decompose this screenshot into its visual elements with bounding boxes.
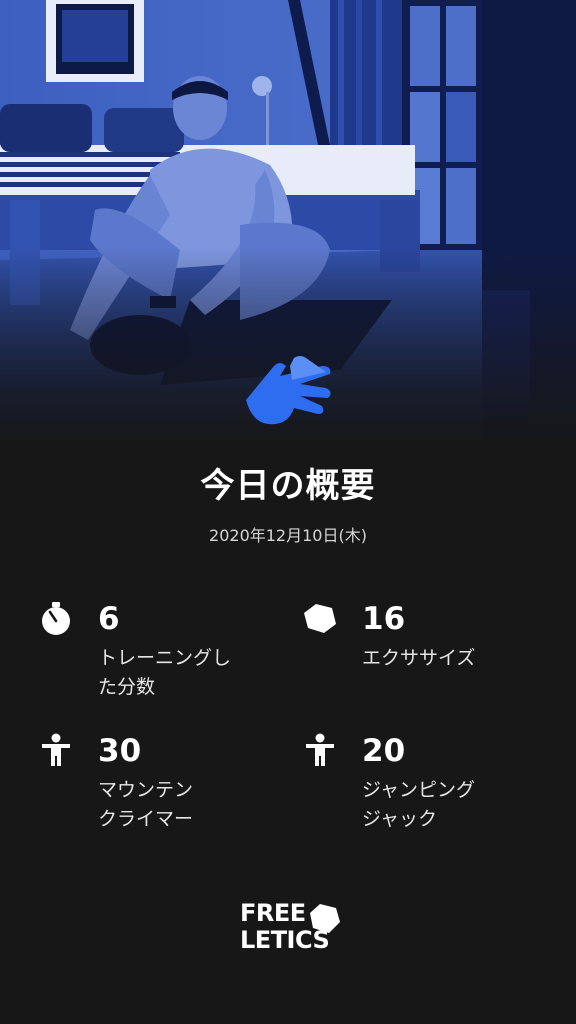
stat-label: エクササイズ xyxy=(362,644,532,673)
stat-label-line: ジャック xyxy=(362,808,438,830)
summary-date: 2020年12月10日(木) xyxy=(209,526,367,545)
freeletics-logo: FREE LETICS xyxy=(240,900,344,966)
stat-value: 30 xyxy=(98,733,142,769)
person-icon xyxy=(42,733,70,766)
summary-title: 今日の概要 xyxy=(200,466,376,506)
stat-label-line: エクササイズ xyxy=(362,647,476,669)
hand-icon xyxy=(246,356,331,425)
person-icon xyxy=(306,733,334,766)
hero-photo xyxy=(0,0,576,448)
stat-value: 16 xyxy=(362,601,406,637)
stat-label: マウンテン クライマー xyxy=(98,776,268,834)
logo-gem-icon xyxy=(310,904,340,933)
stat-value: 20 xyxy=(362,733,406,769)
stat-label: トレーニングし た分数 xyxy=(98,644,268,702)
stopwatch-icon xyxy=(42,602,70,635)
stat-label: ジャンピング ジャック xyxy=(362,776,532,834)
stat-value: 6 xyxy=(98,601,120,637)
exercise-gem-icon xyxy=(304,604,336,633)
stat-label-line: クライマー xyxy=(98,808,194,830)
stat-label-line: トレーニングし xyxy=(98,647,232,669)
stat-label-line: マウンテン xyxy=(98,779,194,801)
stat-label-line: た分数 xyxy=(98,676,156,698)
stat-label-line: ジャンピング xyxy=(362,779,476,801)
